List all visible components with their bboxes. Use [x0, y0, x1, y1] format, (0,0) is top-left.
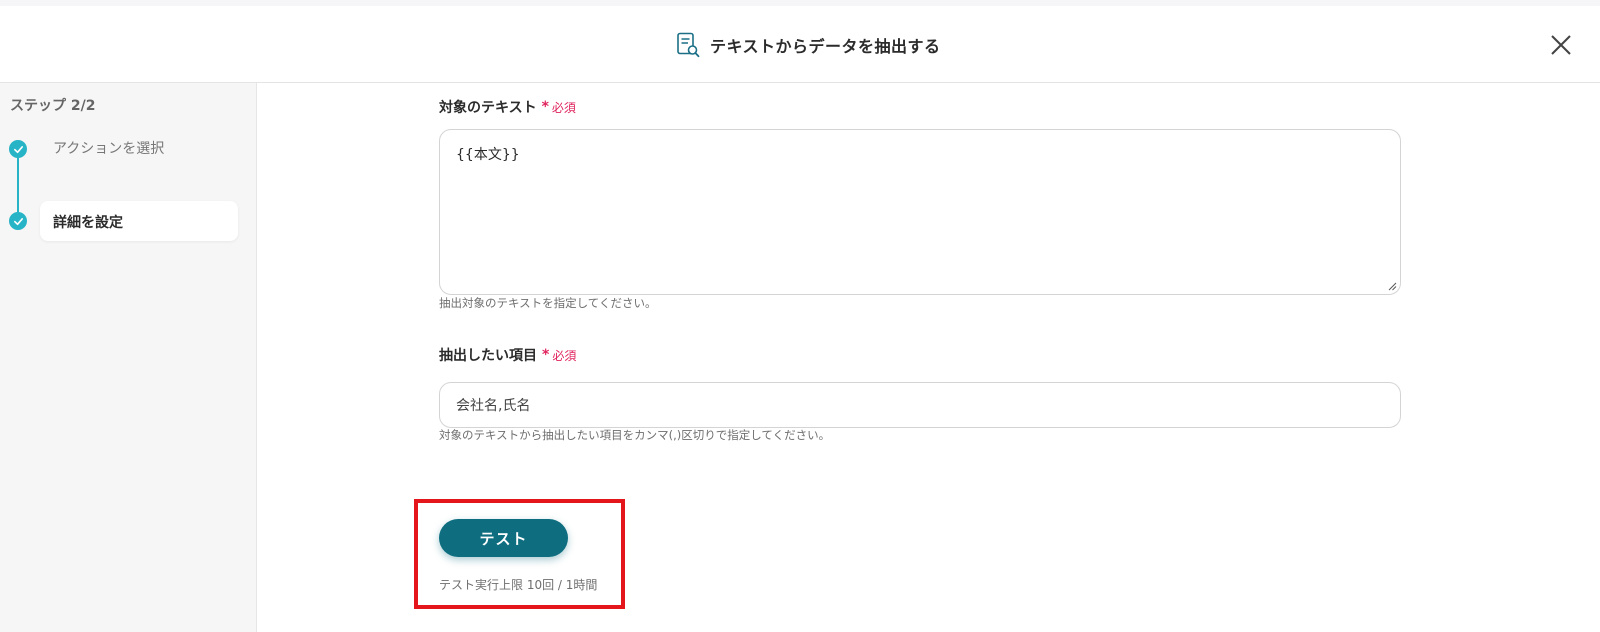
header-title-group: テキストからデータを抽出する [676, 31, 941, 59]
extract-items-hint: 対象のテキストから抽出したい項目をカンマ(,)区切りで指定してください。 [439, 428, 831, 442]
extract-items-value: 会社名,氏名 [456, 398, 531, 414]
target-text-label-text: 対象のテキスト [439, 100, 537, 116]
target-text-value: {{本文}} [456, 147, 520, 163]
step-completed-check-icon [9, 140, 27, 158]
resize-grip-icon[interactable] [1388, 282, 1397, 291]
step-counter: ステップ 2/2 [10, 98, 96, 114]
target-text-hint: 抽出対象のテキストを指定してください。 [439, 296, 657, 310]
required-text: 必須 [552, 348, 577, 363]
modal-header: テキストからデータを抽出する [0, 6, 1600, 83]
sidebar-step-select-action[interactable]: アクションを選択 [53, 138, 164, 158]
close-icon [1551, 35, 1571, 55]
test-limit-text: テスト実行上限 10回 / 1時間 [439, 578, 598, 592]
modal-title: テキストからデータを抽出する [710, 37, 941, 56]
required-mark: * [541, 99, 549, 115]
extract-items-label: 抽出したい項目 * 必須 [439, 345, 576, 365]
extract-items-label-text: 抽出したい項目 [439, 348, 537, 364]
sidebar-step-details-label: 詳細を設定 [53, 215, 123, 231]
target-text-textarea[interactable]: {{本文}} [439, 129, 1401, 295]
close-button[interactable] [1548, 32, 1574, 58]
document-search-icon [677, 32, 700, 58]
required-text: 必須 [551, 100, 576, 115]
sidebar-step-details[interactable]: 詳細を設定 [40, 201, 238, 241]
required-mark: * [542, 347, 550, 363]
step-connector [17, 149, 19, 219]
main-form: 対象のテキスト * 必須 {{本文}} 抽出対象のテキストを指定してください。 … [258, 83, 1600, 632]
step-current-check-icon [9, 212, 27, 230]
extract-items-input[interactable]: 会社名,氏名 [439, 382, 1401, 428]
test-button[interactable]: テスト [439, 519, 568, 557]
target-text-label: 対象のテキスト * 必須 [439, 97, 576, 117]
steps-sidebar: ステップ 2/2 アクションを選択 詳細を設定 [0, 83, 257, 632]
